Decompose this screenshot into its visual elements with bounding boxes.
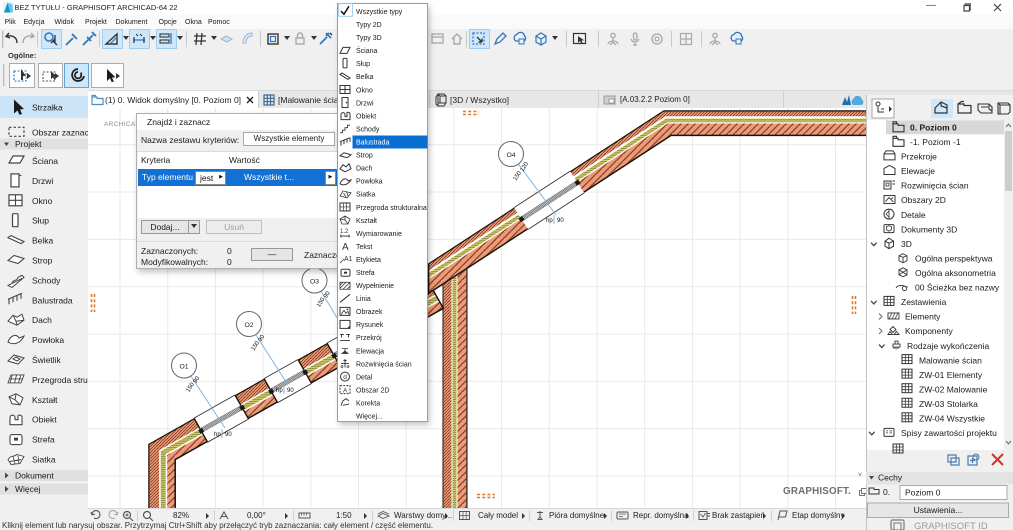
svg-text:Rysunek: Rysunek	[356, 322, 384, 329]
svg-text:Świetlik: Świetlik	[32, 354, 62, 365]
svg-text:Rozwinięcia ścian: Rozwinięcia ścian	[356, 361, 412, 368]
svg-text:ZW-01 Elementy: ZW-01 Elementy	[919, 370, 983, 380]
svg-text:00 Ścieżka bez nazwy: 00 Ścieżka bez nazwy	[915, 282, 1000, 293]
svg-text:hp: hp	[214, 432, 221, 438]
svg-text:Strzałka: Strzałka	[32, 103, 63, 113]
svg-text:Ściana: Ściana	[356, 46, 378, 55]
svg-text:Schody: Schody	[356, 127, 380, 134]
svg-text:Słup: Słup	[356, 61, 370, 68]
svg-text:Elewacje: Elewacje	[901, 166, 935, 176]
svg-text:GRAPHISOFT ID: GRAPHISOFT ID	[914, 521, 988, 530]
svg-text:Słup: Słup	[32, 216, 49, 226]
svg-text:Obiekt: Obiekt	[32, 415, 57, 425]
svg-text:Detal: Detal	[356, 374, 373, 381]
svg-text:Malowanie ścian: Malowanie ścian	[919, 355, 982, 365]
svg-text:Ściana: Ściana	[32, 155, 58, 166]
svg-text:Dokumenty 3D: Dokumenty 3D	[901, 224, 957, 234]
svg-text:Balustrada: Balustrada	[32, 295, 73, 305]
svg-text:Belka: Belka	[32, 236, 54, 246]
svg-text:Dach: Dach	[356, 166, 372, 173]
svg-text:90: 90	[225, 432, 232, 438]
svg-text:-1. Poziom -1: -1. Poziom -1	[910, 137, 961, 147]
svg-text:Zestawienia: Zestawienia	[901, 297, 947, 307]
svg-text:Spisy zawartości projektu: Spisy zawartości projektu	[901, 428, 997, 438]
svg-text:Obrazek: Obrazek	[356, 309, 383, 316]
svg-text:ZW-02 Malowanie: ZW-02 Malowanie	[919, 384, 988, 394]
svg-text:Dach: Dach	[32, 315, 52, 325]
svg-text:O3: O3	[310, 279, 319, 286]
svg-text:Powłoka: Powłoka	[32, 335, 64, 345]
svg-text:A1: A1	[344, 256, 353, 263]
svg-text:Kształt: Kształt	[356, 218, 377, 225]
svg-text:Przegroda strukturalna: Przegroda strukturalna	[356, 205, 427, 212]
svg-text:Detale: Detale	[901, 210, 926, 220]
svg-text:Linia: Linia	[356, 296, 371, 303]
svg-text:Więcej...: Więcej...	[356, 414, 383, 421]
svg-text:A: A	[342, 242, 349, 253]
svg-text:Strop: Strop	[356, 153, 373, 160]
svg-text:Wymiarowanie: Wymiarowanie	[356, 231, 402, 238]
svg-text:ZW-03 Stolarka: ZW-03 Stolarka	[919, 399, 978, 409]
svg-text:Komponenty: Komponenty	[905, 326, 953, 336]
svg-text:Drzwi: Drzwi	[32, 176, 53, 186]
svg-text:Przekroje: Przekroje	[901, 152, 937, 162]
svg-text:0. Poziom 0: 0. Poziom 0	[910, 123, 957, 133]
svg-text:Ustawienia...: Ustawienia...	[914, 505, 963, 515]
svg-text:90: 90	[557, 218, 564, 224]
svg-text:Okno: Okno	[32, 196, 53, 206]
svg-text:Belka: Belka	[356, 74, 374, 81]
svg-text:3D: 3D	[901, 239, 912, 249]
svg-text:1.2: 1.2	[340, 229, 349, 235]
svg-text:Przekrój: Przekrój	[356, 335, 382, 342]
svg-text:Strop: Strop	[32, 256, 53, 266]
svg-text:Obszar 2D: Obszar 2D	[356, 388, 389, 395]
svg-text:Obszar zaznacz...: Obszar zaznacz...	[32, 127, 88, 137]
svg-text:Rodzaje wykończenia: Rodzaje wykończenia	[907, 341, 989, 351]
svg-text:Balustrada: Balustrada	[356, 140, 390, 147]
svg-text:Wszystkie typy: Wszystkie typy	[356, 9, 403, 16]
svg-text:Ogólna aksonometria: Ogólna aksonometria	[915, 268, 996, 278]
svg-text:Drzwi: Drzwi	[356, 100, 374, 107]
svg-text:Wypełnienie: Wypełnienie	[356, 283, 394, 290]
svg-text:Obszary 2D: Obszary 2D	[901, 195, 946, 205]
svg-text:A: A	[343, 388, 348, 395]
svg-text:Elementy: Elementy	[905, 312, 941, 322]
svg-text:Strefa: Strefa	[32, 435, 55, 445]
svg-text:90: 90	[287, 388, 294, 394]
svg-text:Siatka: Siatka	[356, 192, 376, 199]
svg-text:O4: O4	[506, 152, 515, 159]
svg-text:Korekta: Korekta	[356, 401, 380, 408]
svg-text:0.: 0.	[883, 487, 890, 497]
svg-text:Cechy: Cechy	[878, 473, 903, 483]
svg-text:O1: O1	[179, 364, 188, 371]
svg-text:Powłoka: Powłoka	[356, 179, 383, 186]
svg-text:Okno: Okno	[356, 87, 373, 94]
svg-text:Więcej: Więcej	[15, 484, 41, 494]
svg-text:ZW-04 Wszystkie: ZW-04 Wszystkie	[919, 414, 985, 424]
svg-text:Przegroda struk...: Przegroda struk...	[32, 375, 88, 385]
svg-text:hp: hp	[546, 218, 553, 224]
svg-text:Strefa: Strefa	[356, 270, 375, 277]
svg-text:Kształt: Kształt	[32, 395, 58, 405]
svg-text:Rozwinięcia ścian: Rozwinięcia ścian	[901, 181, 969, 191]
svg-text:Typy 3D: Typy 3D	[356, 35, 382, 42]
svg-text:Ogólna perspektywa: Ogólna perspektywa	[915, 253, 993, 263]
svg-text:O2: O2	[244, 322, 253, 329]
svg-text:Dokument: Dokument	[15, 471, 54, 481]
svg-text:Tekst: Tekst	[356, 244, 372, 251]
svg-text:Schody: Schody	[32, 275, 61, 285]
svg-text:GRAPHISOFT.: GRAPHISOFT.	[783, 486, 851, 497]
svg-text:Typy 2D: Typy 2D	[356, 22, 382, 29]
svg-text:Elewacja: Elewacja	[356, 348, 384, 355]
svg-text:hp: hp	[276, 388, 283, 394]
svg-text:Projekt: Projekt	[15, 139, 42, 149]
svg-text:Etykieta: Etykieta	[356, 257, 381, 264]
svg-text:Obiekt: Obiekt	[356, 113, 376, 120]
svg-text:d: d	[343, 374, 347, 381]
svg-text:Poziom 0: Poziom 0	[905, 488, 941, 498]
svg-text:Siatka: Siatka	[32, 455, 56, 465]
